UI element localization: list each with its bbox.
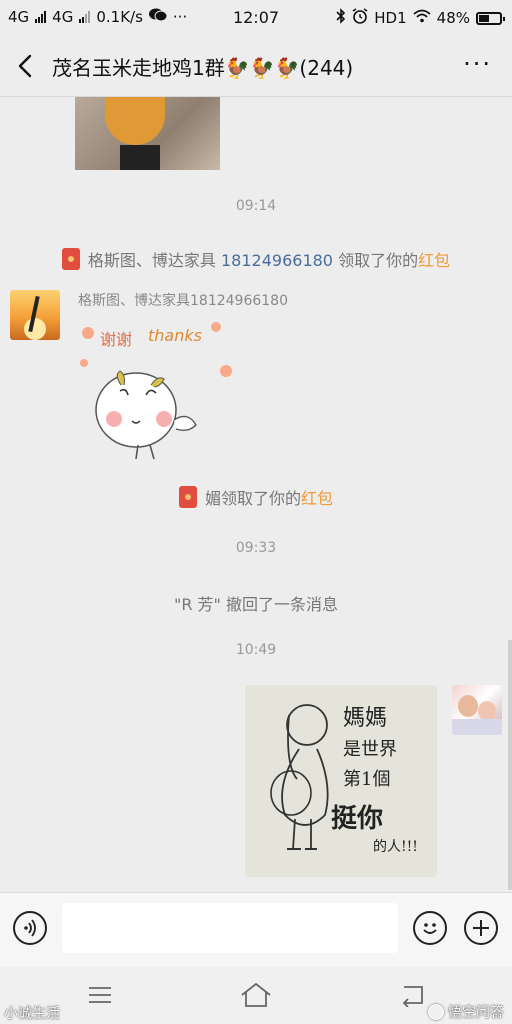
photo-figure-legs [120, 145, 160, 170]
watermark-right-text: 悟空问答 [448, 1005, 504, 1021]
timestamp: 09:33 [235, 540, 277, 556]
avatar-face [478, 701, 496, 721]
red-packet-icon [61, 248, 80, 270]
smiley-icon [423, 923, 437, 934]
image-text-line4: 挺你 [331, 804, 383, 834]
wifi-icon [413, 9, 431, 27]
photo-figure [105, 97, 165, 145]
watermark-logo-icon [428, 1004, 444, 1020]
voice-input-button[interactable] [13, 911, 47, 945]
back-button[interactable] [12, 48, 42, 84]
timestamp: 10:49 [235, 642, 277, 658]
red-packet-icon [178, 486, 197, 508]
message-input[interactable] [62, 903, 398, 953]
my-avatar[interactable] [452, 685, 502, 735]
battery-icon [476, 11, 505, 25]
scrollbar[interactable] [508, 640, 512, 890]
image-text-line3: 第1個 [343, 769, 390, 790]
red-packet-link[interactable]: 红包 [418, 251, 450, 270]
avatar-face [458, 695, 478, 717]
sticker-text-thanks: thanks [148, 326, 202, 345]
voice-icon [24, 919, 36, 937]
image-text-line1: 媽媽 [343, 706, 387, 731]
sender-name: 格斯图、博达家具18124966180 [78, 293, 288, 309]
bluetooth-icon [336, 8, 346, 28]
hd-label: HD1 [374, 9, 407, 27]
sticker-message[interactable]: 谢谢 thanks [76, 315, 236, 465]
chat-title: 茂名玉米走地鸡1群🐓🐓🐓(244) [52, 56, 354, 80]
more-options-button[interactable]: ··· [463, 50, 492, 78]
system-message-red-packet-2: 媚领取了你的红包 [0, 485, 512, 512]
alarm-icon [352, 8, 368, 28]
chevron-left-icon [18, 54, 32, 78]
red-packet-link[interactable]: 红包 [301, 489, 333, 508]
home-icon [241, 982, 271, 1007]
system-message-red-packet: 格斯图、博达家具 18124966180 领取了你的红包 [0, 247, 512, 274]
image-message-partial[interactable] [75, 97, 220, 170]
chat-header: 茂名玉米走地鸡1群🐓🐓🐓(244) ··· [0, 36, 512, 96]
system-text: 格斯图、博达家具 [87, 251, 216, 270]
emoji-button[interactable] [413, 911, 447, 945]
watermark-left: 小诚生活 [4, 1006, 60, 1022]
more-functions-button[interactable] [464, 911, 498, 945]
image-text-line5: 的人!!! [373, 839, 418, 855]
menu-icon [89, 987, 111, 1003]
return-icon [402, 986, 423, 1008]
phone-link[interactable]: 18124966180 [221, 251, 333, 270]
nav-menu-button[interactable] [88, 985, 112, 1005]
status-bar: 4G 4G 0.1K/s ··· 12:07 HD1 48% [0, 0, 512, 36]
input-bar [0, 892, 512, 968]
system-text: 媚领取了你的 [204, 489, 301, 508]
recall-notice: "R 芳" 撤回了一条消息 [173, 595, 338, 614]
timestamp: 09:14 [235, 198, 277, 214]
nav-home-button[interactable] [240, 981, 272, 1009]
image-text-line2: 是世界 [343, 739, 397, 760]
avatar-shirt [452, 719, 502, 735]
image-message[interactable]: 媽媽 是世界 第1個 挺你 的人!!! [245, 685, 437, 877]
system-text: 领取了你的 [338, 251, 419, 270]
sticker-text-xiexie: 谢谢 [100, 330, 132, 349]
avatar-sun [24, 318, 46, 340]
avatar[interactable] [10, 290, 60, 340]
nav-back-button[interactable] [398, 983, 426, 1008]
plus-icon [473, 920, 489, 936]
message-list[interactable]: 09:14 格斯图、博达家具 18124966180 领取了你的红包 格斯图、博… [0, 97, 512, 892]
watermark-right: 悟空问答 [428, 1002, 504, 1022]
battery-percent: 48% [436, 9, 470, 27]
